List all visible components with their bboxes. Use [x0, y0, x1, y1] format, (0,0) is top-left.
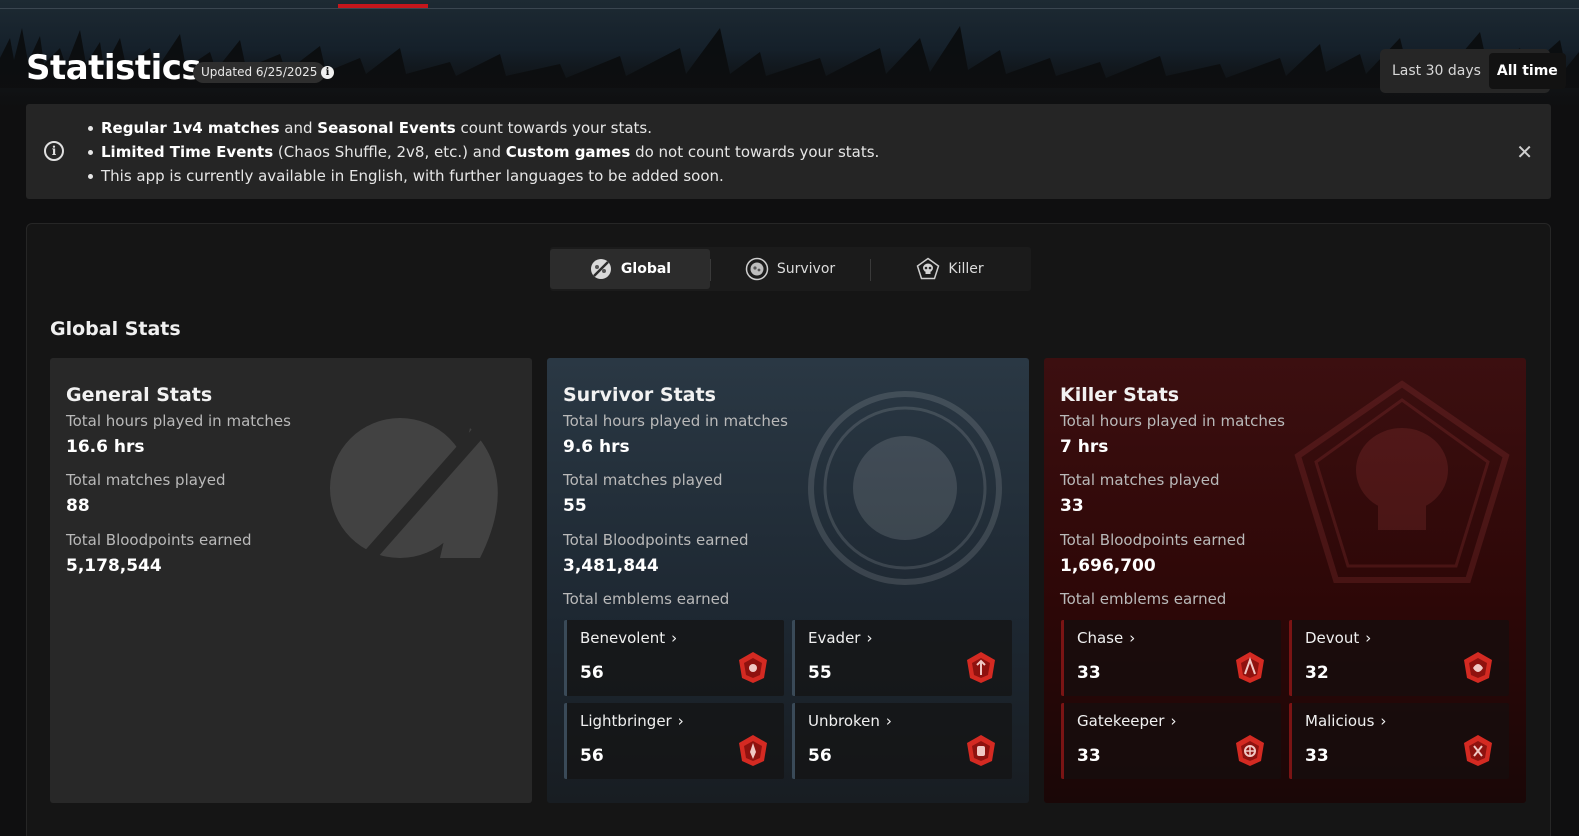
- devout-emblem-icon: [1464, 652, 1492, 683]
- close-icon[interactable]: ✕: [1516, 140, 1533, 164]
- emblem-card-evader[interactable]: Evader › 55: [792, 620, 1012, 696]
- chevron-right-icon: ›: [1365, 629, 1372, 647]
- chevron-right-icon: ›: [677, 712, 684, 730]
- emblems-label: Total emblems earned: [1060, 590, 1227, 608]
- tab-global[interactable]: Global: [550, 249, 711, 289]
- top-divider: [0, 8, 1579, 9]
- hero-background: [0, 0, 1579, 110]
- chevron-right-icon: ›: [1380, 712, 1387, 730]
- hours-label: Total hours played in matches: [1060, 412, 1285, 430]
- chevron-right-icon: ›: [1170, 712, 1177, 730]
- gatekeeper-emblem-icon: [1236, 735, 1264, 766]
- chevron-right-icon: ›: [866, 629, 873, 647]
- hours-value: 7 hrs: [1060, 437, 1109, 457]
- notice-line-3: This app is currently available in Engli…: [87, 164, 879, 188]
- bloodpoints-value: 3,481,844: [563, 556, 659, 576]
- bloodpoints-value: 5,178,544: [66, 556, 162, 576]
- card-title: Killer Stats: [1060, 384, 1180, 406]
- killer-icon: [917, 257, 940, 280]
- time-range-toggle: Last 30 days All time: [1380, 49, 1566, 93]
- notice-list: Regular 1v4 matches and Seasonal Events …: [87, 116, 879, 188]
- info-circle-icon: i: [44, 141, 64, 161]
- chevron-right-icon: ›: [671, 629, 678, 647]
- matches-label: Total matches played: [1060, 471, 1220, 489]
- unbroken-emblem-icon: [967, 735, 995, 766]
- bloodpoints-label: Total Bloodpoints earned: [563, 531, 749, 549]
- bloodpoints-label: Total Bloodpoints earned: [66, 531, 252, 549]
- info-icon[interactable]: i: [321, 66, 334, 79]
- matches-value: 88: [66, 496, 90, 516]
- hours-value: 9.6 hrs: [563, 437, 630, 457]
- emblem-card-chase[interactable]: Chase › 33: [1061, 620, 1281, 696]
- tab-killer[interactable]: Killer: [870, 249, 1030, 289]
- hours-label: Total hours played in matches: [66, 412, 291, 430]
- chevron-right-icon: ›: [885, 712, 892, 730]
- general-stats-card: General Stats Total hours played in matc…: [50, 358, 532, 803]
- tab-survivor[interactable]: Survivor: [710, 249, 871, 289]
- updated-badge: Updated 6/25/2025: [193, 62, 326, 83]
- chase-emblem-icon: [1236, 652, 1264, 683]
- emblem-card-unbroken[interactable]: Unbroken › 56: [792, 703, 1012, 779]
- bloodpoints-label: Total Bloodpoints earned: [1060, 531, 1246, 549]
- chevron-right-icon: ›: [1129, 629, 1136, 647]
- card-title: Survivor Stats: [563, 384, 716, 406]
- killer-watermark-icon: [1294, 380, 1510, 583]
- section-title: Global Stats: [50, 318, 181, 340]
- matches-label: Total matches played: [563, 471, 723, 489]
- page-title: Statistics: [26, 48, 202, 88]
- hours-value: 16.6 hrs: [66, 437, 145, 457]
- emblems-label: Total emblems earned: [563, 590, 730, 608]
- matches-value: 55: [563, 496, 587, 516]
- active-nav-indicator: [338, 4, 428, 8]
- evader-emblem-icon: [967, 652, 995, 683]
- bloodpoints-value: 1,696,700: [1060, 556, 1156, 576]
- range-last-30-days[interactable]: Last 30 days: [1384, 53, 1489, 89]
- lightbringer-emblem-icon: [739, 735, 767, 766]
- matches-value: 33: [1060, 496, 1084, 516]
- survivor-icon: [745, 257, 769, 281]
- emblem-card-malicious[interactable]: Malicious › 33: [1289, 703, 1509, 779]
- emblem-card-lightbringer[interactable]: Lightbringer › 56: [564, 703, 784, 779]
- benevolent-emblem-icon: [739, 652, 767, 683]
- emblem-card-gatekeeper[interactable]: Gatekeeper › 33: [1061, 703, 1281, 779]
- global-watermark-icon: [330, 403, 506, 583]
- notice-line-1: Regular 1v4 matches and Seasonal Events …: [87, 116, 879, 140]
- survivor-stats-card: Survivor Stats Total hours played in mat…: [547, 358, 1029, 803]
- malicious-emblem-icon: [1464, 735, 1492, 766]
- emblem-card-devout[interactable]: Devout › 32: [1289, 620, 1509, 696]
- global-icon: [590, 259, 611, 279]
- survivor-watermark-icon: [808, 391, 1002, 585]
- range-all-time[interactable]: All time: [1488, 53, 1566, 89]
- info-notice: i Regular 1v4 matches and Seasonal Event…: [26, 104, 1551, 199]
- killer-stats-card: Killer Stats Total hours played in match…: [1044, 358, 1526, 803]
- role-tabs: Global Survivor Killer: [550, 247, 1031, 291]
- card-title: General Stats: [66, 384, 213, 406]
- matches-label: Total matches played: [66, 471, 226, 489]
- notice-line-2: Limited Time Events (Chaos Shuffle, 2v8,…: [87, 140, 879, 164]
- hours-label: Total hours played in matches: [563, 412, 788, 430]
- emblem-card-benevolent[interactable]: Benevolent › 56: [564, 620, 784, 696]
